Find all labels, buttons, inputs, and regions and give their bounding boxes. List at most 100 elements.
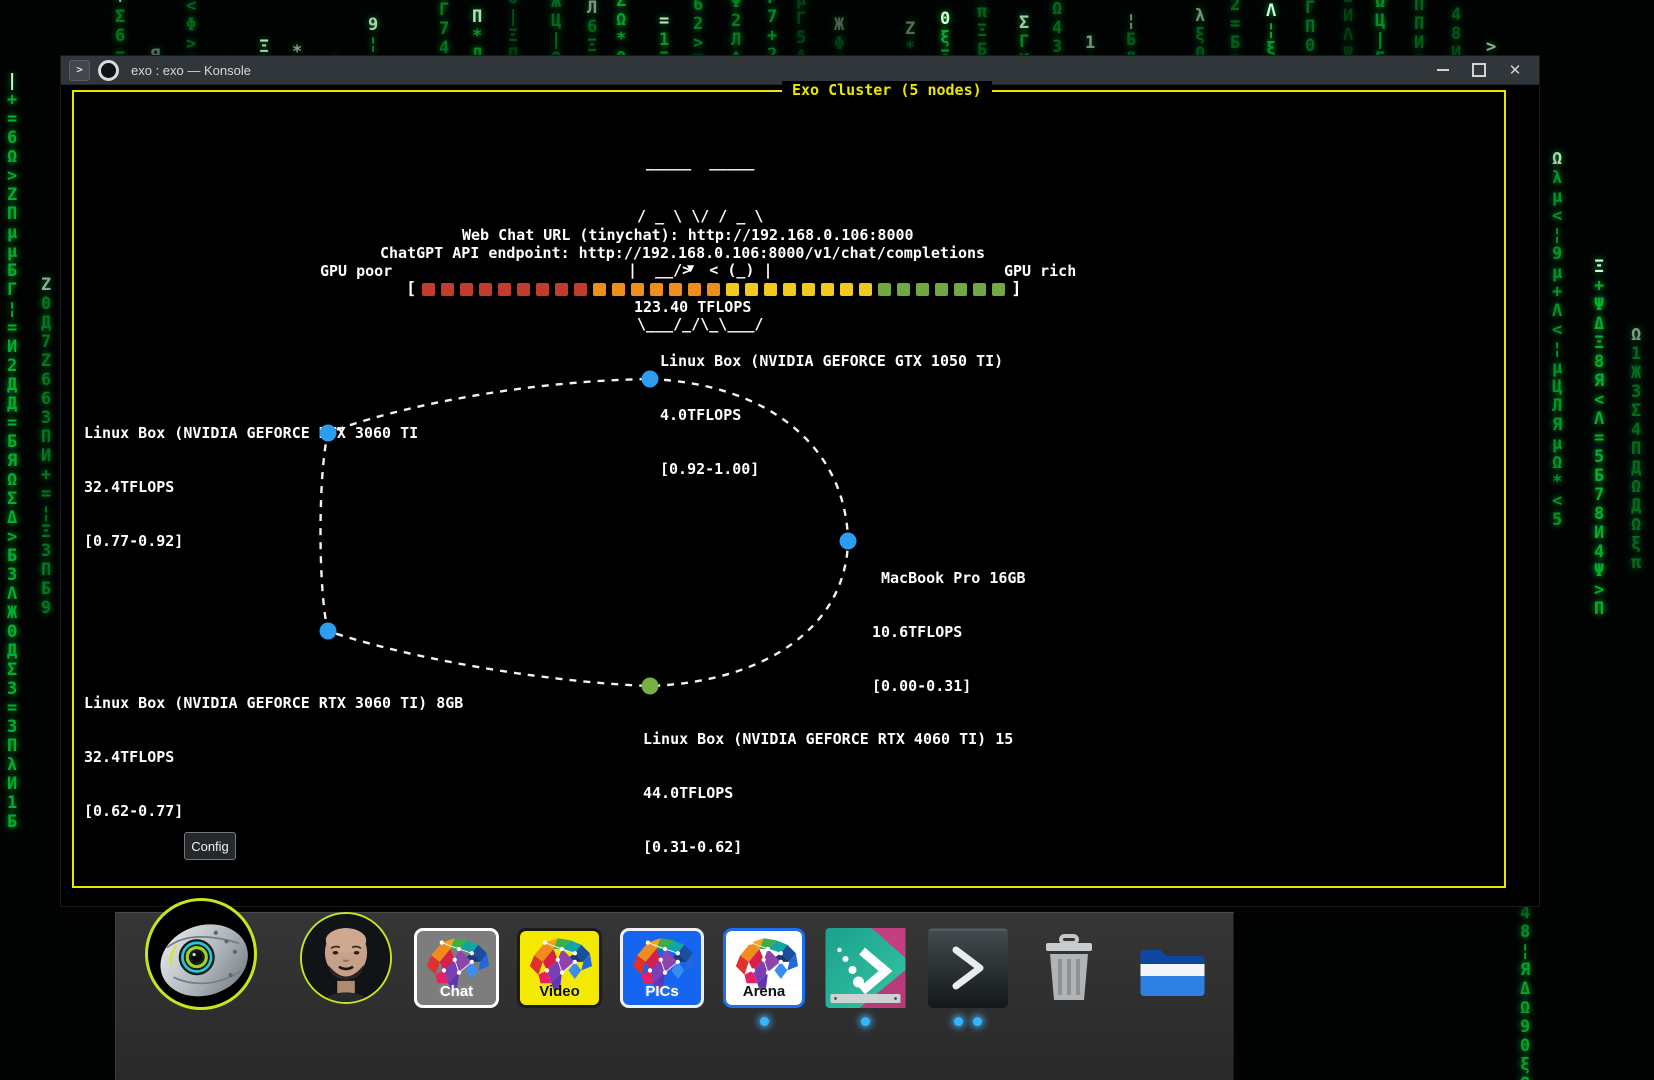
dock-item-latte-dock[interactable] [824, 928, 907, 1008]
node-tflops: 32.4TFLOPS [84, 748, 463, 766]
gpu-bar-square [669, 283, 682, 296]
dock-item-pics-label: PICs [645, 983, 678, 1005]
user-avatar-button[interactable] [300, 912, 392, 1004]
gpu-bar-squares [422, 283, 1005, 296]
dock-item-video[interactable]: Video [517, 928, 602, 1008]
dock-item-konsole[interactable] [928, 928, 1008, 1008]
node-name: MacBook Pro 16GB [872, 569, 1026, 587]
node-name: Linux Box (NVIDIA GEFORCE RTX 3060 TI) 8… [84, 694, 463, 712]
node-range: [0.00-0.31] [872, 677, 1026, 695]
dock-item-chat[interactable]: Chat [414, 928, 499, 1008]
robot-icon [148, 901, 254, 1007]
gpu-bar-square [783, 283, 796, 296]
close-icon: ✕ [1509, 61, 1522, 79]
gpu-bar-square [631, 283, 644, 296]
terminal-tab-icon: > [69, 60, 90, 81]
running-indicator-konsole-2 [973, 1017, 982, 1026]
running-indicator-latte [861, 1017, 870, 1026]
dock-panel: Chat Video PICs Arena [115, 912, 1234, 1080]
node-name: Linux Box (NVIDIA GEFORCE RTX 4060 TI) 1… [643, 730, 1013, 748]
matrix-rain-column: | + = 6 Ω > Z Π μ μ Б Γ ¦ = И 2 Д Д = Б … [7, 72, 17, 832]
dock-item-trash[interactable] [1029, 928, 1109, 1008]
matrix-rain-column: Ω 1 Ж 3 Σ 4 П Д Ω Д Ω ξ π [1631, 326, 1641, 573]
gpu-bar-square [479, 283, 492, 296]
gpu-bar-square [593, 283, 606, 296]
gpu-bar-square [536, 283, 549, 296]
gpu-bar-square [612, 283, 625, 296]
gpu-bar-square [992, 283, 1005, 296]
gpu-bar-close-bracket: ] [1011, 279, 1021, 299]
window-title: exo : exo — Konsole [131, 63, 1423, 78]
node-rtx3060ti-a: Linux Box (NVIDIA GEFORCE RTX 3060 TI 32… [84, 388, 418, 586]
gpu-bar-square [498, 283, 511, 296]
gpu-bar-square [954, 283, 967, 296]
dock-item-video-label: Video [539, 983, 580, 1005]
gpu-rich-label: GPU rich [1004, 262, 1076, 280]
gpu-bar-square [897, 283, 910, 296]
gpu-bar-square [574, 283, 587, 296]
gpu-bar-square [441, 283, 454, 296]
gpu-bar-square [460, 283, 473, 296]
konsole-app-icon [98, 60, 119, 81]
minimize-icon [1437, 69, 1449, 71]
dock-item-arena[interactable]: Arena [723, 928, 805, 1008]
close-button[interactable]: ✕ [1503, 60, 1527, 80]
minimize-button[interactable] [1431, 60, 1455, 80]
gpu-bar-square [422, 283, 435, 296]
dock-item-arena-label: Arena [743, 983, 786, 1005]
node-range: [0.77-0.92] [84, 532, 418, 550]
gpu-bar-open-bracket: [ [406, 279, 416, 299]
config-button[interactable]: Config [184, 832, 236, 860]
node-name: Linux Box (NVIDIA GEFORCE GTX 1050 TI) [660, 352, 1003, 370]
gpu-bar-square [555, 283, 568, 296]
desktop: | + = 6 Ω > Z Π μ μ Б Γ ¦ = И 2 Д Д = Б … [0, 0, 1654, 1080]
node-range: [0.92-1.00] [660, 460, 1003, 478]
node-range: [0.31-0.62] [643, 838, 1013, 856]
api-endpoint-url[interactable]: ChatGPT API endpoint: http://192.168.0.1… [380, 244, 985, 262]
node-rtx4060ti: Linux Box (NVIDIA GEFORCE RTX 4060 TI) 1… [643, 694, 1013, 892]
gpu-bar-square [764, 283, 777, 296]
node-tflops: 32.4TFLOPS [84, 478, 418, 496]
gpu-bar-square [802, 283, 815, 296]
matrix-rain-column: Ξ + Ψ Δ Ξ 8 Я < Λ = 5 Б 7 8 И 4 Ψ > Π [1594, 258, 1604, 619]
gpu-bar-square [973, 283, 986, 296]
gpu-bar-square [821, 283, 834, 296]
gpu-bar-square [916, 283, 929, 296]
running-indicator-konsole-1 [954, 1017, 963, 1026]
folder-icon [1131, 928, 1214, 1008]
gpu-bar: [ ] [406, 279, 1022, 299]
maximize-button[interactable] [1467, 60, 1491, 80]
dock-item-pics[interactable]: PICs [620, 928, 704, 1008]
gpu-poor-label: GPU poor [320, 262, 392, 280]
dock-item-chat-label: Chat [440, 983, 473, 1005]
cluster-frame-title: Exo Cluster (5 nodes) [782, 81, 992, 99]
node-range: [0.62-0.77] [84, 802, 463, 820]
running-indicator-arena [760, 1017, 769, 1026]
gpu-bar-square [650, 283, 663, 296]
robot-launcher-button[interactable] [145, 898, 257, 1010]
gpu-bar-square [859, 283, 872, 296]
matrix-rain-column: Γ ¦ Γ Π 0 [1305, 0, 1315, 56]
gpu-bar-square [745, 283, 758, 296]
trash-icon [1029, 928, 1109, 1008]
maximize-icon [1472, 63, 1486, 77]
node-tflops: 44.0TFLOPS [643, 784, 1013, 802]
user-portrait-icon [302, 914, 390, 1002]
gpu-bar-marker-icon: ▼ [687, 259, 694, 277]
gpu-bar-square [840, 283, 853, 296]
gpu-bar-square [688, 283, 701, 296]
gpu-bar-square [935, 283, 948, 296]
gpu-bar-square [517, 283, 530, 296]
node-tflops: 4.0TFLOPS [660, 406, 1003, 424]
matrix-rain-column: Z 0 Д 7 Z 6 6 3 П И + = ¦ Ξ 3 Π Б 9 [41, 276, 51, 618]
web-chat-url[interactable]: Web Chat URL (tinychat): http://192.168.… [462, 226, 914, 244]
konsole-terminal-icon [928, 928, 1008, 1008]
node-tflops: 10.6TFLOPS [872, 623, 1026, 641]
latte-dock-icon [824, 928, 907, 1008]
dock-item-file-manager[interactable] [1131, 928, 1214, 1008]
gpu-bar-square [726, 283, 739, 296]
gpu-bar-square [707, 283, 720, 296]
total-tflops: 123.40 TFLOPS [634, 298, 751, 316]
gpu-bar-square [878, 283, 891, 296]
node-gtx1050ti: Linux Box (NVIDIA GEFORCE GTX 1050 TI) 4… [660, 316, 1003, 514]
